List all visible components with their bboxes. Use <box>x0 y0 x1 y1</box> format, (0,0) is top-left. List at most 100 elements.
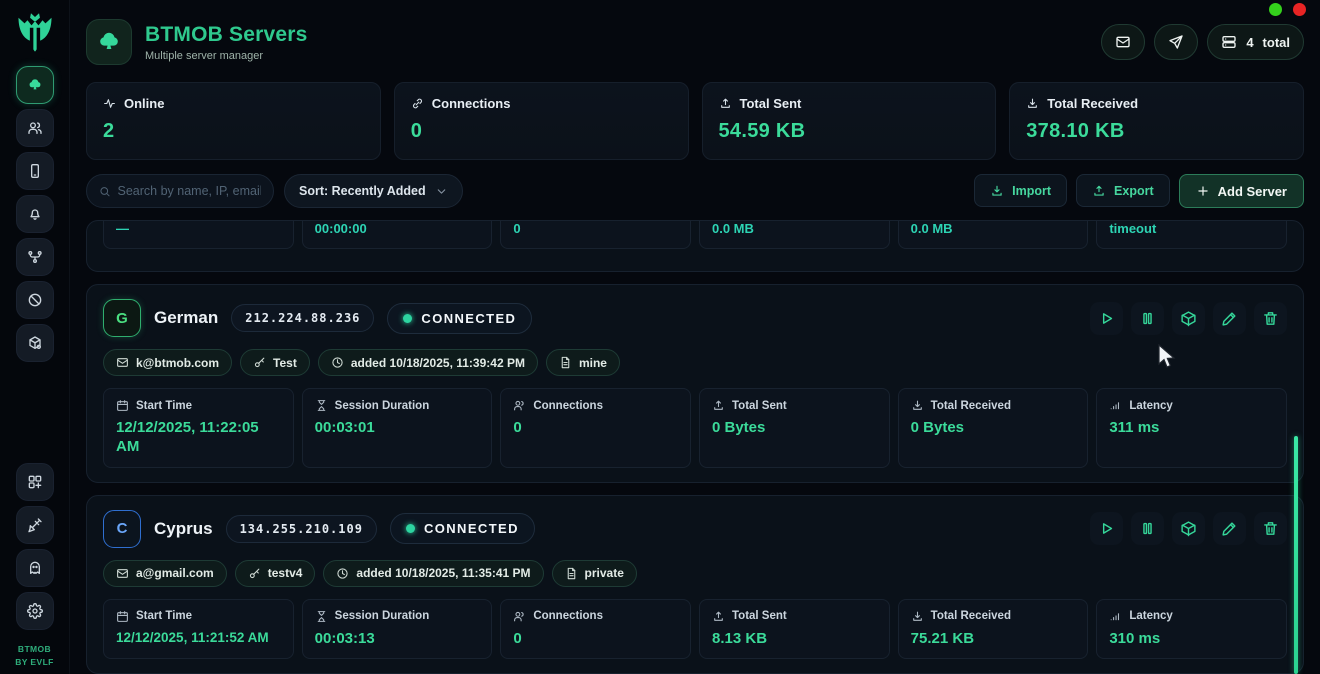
search-input[interactable] <box>118 184 261 198</box>
bell-icon <box>27 206 43 222</box>
package-gear-icon <box>27 335 43 351</box>
scrollbar-thumb[interactable] <box>1294 436 1298 674</box>
package-icon <box>1180 310 1197 327</box>
package-icon <box>1180 520 1197 537</box>
trash-icon <box>1262 310 1279 327</box>
server-list: — 00:00:00 0 0.0 MB 0.0 MB timeout G Ger… <box>86 220 1304 674</box>
upload-icon <box>712 610 725 623</box>
telegram-button[interactable] <box>1154 24 1198 60</box>
stat-value: 00:03:01 <box>315 419 480 438</box>
play-button[interactable] <box>1090 302 1123 335</box>
pencil-icon <box>1221 310 1238 327</box>
added-tag: added 10/18/2025, 11:35:41 PM <box>323 560 543 587</box>
sidebar-item-builder[interactable] <box>16 324 54 362</box>
page-title: BTMOB Servers <box>145 23 308 47</box>
import-button[interactable]: Import <box>974 174 1067 207</box>
users-icon <box>513 399 526 412</box>
stat-card-total-sent: Total Sent 54.59 KB <box>702 82 997 160</box>
users-icon <box>513 610 526 623</box>
stat-label: Total Received <box>1047 96 1138 111</box>
stat-card-connections: Connections 0 <box>394 82 689 160</box>
pencil-icon <box>1221 520 1238 537</box>
delete-button[interactable] <box>1254 302 1287 335</box>
stat-value: 0 Bytes <box>712 419 877 438</box>
stat-label: Latency <box>1129 400 1172 412</box>
page-header: BTMOB Servers Multiple server manager 4 … <box>86 16 1304 68</box>
green-status-dot <box>1269 3 1282 16</box>
edit-button[interactable] <box>1213 302 1246 335</box>
stat-box: 00:00:00 <box>302 220 493 249</box>
package-button[interactable] <box>1172 302 1205 335</box>
server-name: Cyprus <box>154 519 213 539</box>
status-dot <box>403 314 412 323</box>
key-icon <box>248 567 261 580</box>
stat-box: timeout <box>1096 220 1287 249</box>
sort-dropdown[interactable]: Sort: Recently Added <box>284 174 463 208</box>
stat-value: 54.59 KB <box>719 120 980 143</box>
stat-value: 12/12/2025, 11:21:52 AM <box>116 630 281 647</box>
stat-box-session-duration: Session Duration 00:03:13 <box>302 599 493 660</box>
stat-box-start-time: Start Time 12/12/2025, 11:22:05 AM <box>103 388 294 468</box>
stat-label: Session Duration <box>335 400 430 412</box>
footer-brand: BTMOB <box>15 643 54 655</box>
sidebar-item-servers[interactable] <box>16 66 54 104</box>
sidebar-item-notifications[interactable] <box>16 195 54 233</box>
stat-value: 310 ms <box>1109 630 1274 649</box>
edit-button[interactable] <box>1213 512 1246 545</box>
server-stats: Start Time 12/12/2025, 11:22:05 AM Sessi… <box>103 388 1287 468</box>
title-block: BTMOB Servers Multiple server manager <box>145 23 308 62</box>
tag-label: k@btmob.com <box>136 356 219 370</box>
gear-icon <box>27 603 43 619</box>
status-label: CONNECTED <box>424 521 519 536</box>
sidebar-item-injection[interactable] <box>16 506 54 544</box>
tag-label: Test <box>273 356 297 370</box>
server-actions <box>1090 512 1287 545</box>
sidebar-item-settings[interactable] <box>16 592 54 630</box>
delete-button[interactable] <box>1254 512 1287 545</box>
stat-label: Latency <box>1129 610 1172 622</box>
syringe-icon <box>27 517 43 533</box>
mail-icon <box>1115 34 1131 50</box>
sidebar-item-apps[interactable] <box>16 463 54 501</box>
server-avatar: G <box>103 299 141 337</box>
sidebar-item-network[interactable] <box>16 238 54 276</box>
total-servers-button[interactable]: 4 total <box>1207 24 1304 60</box>
note-tag: private <box>552 560 637 587</box>
toolbar-actions: Import Export Add Server <box>974 174 1304 208</box>
add-server-button[interactable]: Add Server <box>1179 174 1304 208</box>
pause-icon <box>1139 520 1156 537</box>
note-tag: mine <box>546 349 620 376</box>
status-dot <box>406 524 415 533</box>
calendar-icon <box>116 610 129 623</box>
stat-value: 2 <box>103 120 364 143</box>
email-tag: a@gmail.com <box>103 560 227 587</box>
package-button[interactable] <box>1172 512 1205 545</box>
key-icon <box>253 356 266 369</box>
stat-label: Connections <box>432 96 511 111</box>
sidebar-item-blocked[interactable] <box>16 281 54 319</box>
file-icon <box>559 356 572 369</box>
stat-box-total-sent: Total Sent 0 Bytes <box>699 388 890 468</box>
sidebar-item-users[interactable] <box>16 109 54 147</box>
sidebar-item-stealth[interactable] <box>16 549 54 587</box>
tag-label: mine <box>579 356 607 370</box>
sidebar-item-devices[interactable] <box>16 152 54 190</box>
mail-icon <box>116 356 129 369</box>
email-tag: k@btmob.com <box>103 349 232 376</box>
file-icon <box>565 567 578 580</box>
stat-box: 0.0 MB <box>898 220 1089 249</box>
stat-value: 0.0 MB <box>712 221 877 237</box>
pause-button[interactable] <box>1131 302 1164 335</box>
stat-value: 0 Bytes <box>911 419 1076 438</box>
export-button[interactable]: Export <box>1076 174 1170 207</box>
stat-value: 75.21 KB <box>911 630 1076 649</box>
pause-button[interactable] <box>1131 512 1164 545</box>
play-button[interactable] <box>1090 512 1123 545</box>
server-stats: Start Time 12/12/2025, 11:21:52 AM Sessi… <box>103 599 1287 660</box>
search-box[interactable] <box>86 174 274 208</box>
stat-box-total-received: Total Received 0 Bytes <box>898 388 1089 468</box>
stat-box-connections: Connections 0 <box>500 599 691 660</box>
mail-button[interactable] <box>1101 24 1145 60</box>
server-card-partial: — 00:00:00 0 0.0 MB 0.0 MB timeout <box>86 220 1304 272</box>
stat-label: Total Received <box>931 610 1011 622</box>
